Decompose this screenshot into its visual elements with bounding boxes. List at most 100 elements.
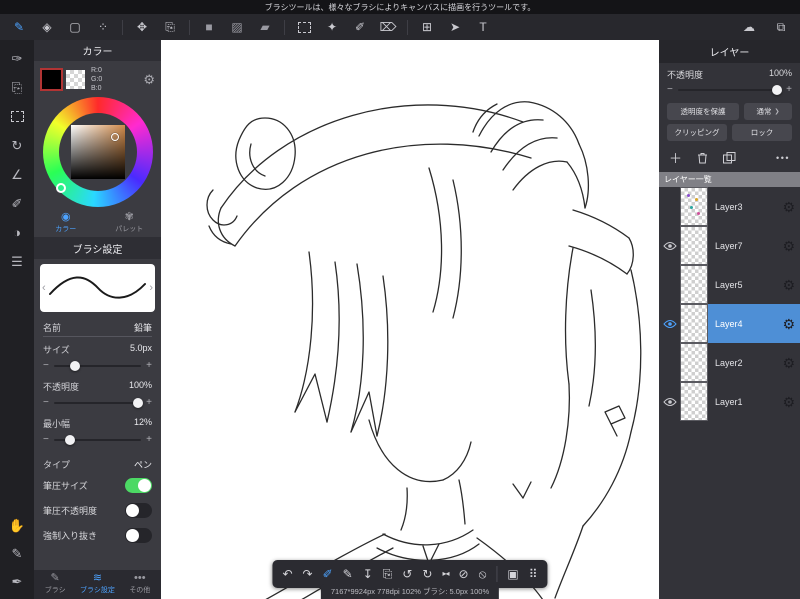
tab-color[interactable]: ◉ カラー <box>34 210 98 237</box>
cloud-brush-icon[interactable]: ☁ <box>740 18 758 36</box>
drawing-canvas[interactable]: ↶ ↷ ✐ ✎ ↧ ⎘ ↺ ↻ ▸◂ ⊘ ⦸ ▣ ⠿ 7167*9924px 7… <box>161 40 659 599</box>
blend-mode-button[interactable]: 通常 ❯ <box>744 103 792 120</box>
duplicate-layer-icon[interactable] <box>723 151 736 164</box>
shape-tool-icon[interactable]: ▢ <box>66 18 84 36</box>
add-layer-icon[interactable]: ＋ <box>669 148 682 167</box>
minus-icon[interactable]: − <box>43 361 49 371</box>
layer-thumbnail[interactable] <box>680 226 708 265</box>
slider-knob[interactable] <box>132 398 143 409</box>
brush-stroke-preview[interactable]: ‹ › <box>40 264 155 313</box>
redo-icon[interactable]: ↷ <box>303 568 313 580</box>
pen-icon[interactable]: ✎ <box>343 568 353 580</box>
visibility-eye-icon[interactable] <box>659 304 680 343</box>
gradient-tool-icon[interactable]: ▰ <box>256 18 274 36</box>
brush-tool-icon[interactable]: ✎ <box>10 18 28 36</box>
hue-cursor[interactable] <box>55 183 66 194</box>
pressure-size-toggle[interactable] <box>125 478 152 494</box>
divide-tool-icon[interactable]: ⊞ <box>418 18 436 36</box>
export-icon[interactable]: ⎘ <box>383 568 393 580</box>
brush-size-slider[interactable]: − + <box>34 358 161 376</box>
selection-icon[interactable] <box>8 108 26 124</box>
snap-select-icon[interactable]: ✐ <box>323 568 333 580</box>
brush-minwidth-slider[interactable]: − + <box>34 432 161 450</box>
layer-thumbnail[interactable] <box>680 343 708 382</box>
layer-row-layer5[interactable]: Layer5 ⚙ <box>659 265 800 304</box>
paint-icon[interactable]: ✐ <box>8 195 26 211</box>
layer-settings-gear-icon[interactable]: ⚙ <box>782 356 795 370</box>
eyedropper-icon[interactable]: ✒ <box>8 573 26 589</box>
disable-brush-icon[interactable]: ⊘ <box>459 568 469 580</box>
layer-thumbnail[interactable] <box>680 187 708 226</box>
layers-panel-icon[interactable]: ⧉ <box>772 18 790 36</box>
slider-knob[interactable] <box>69 361 80 372</box>
ruler-icon[interactable]: ∠ <box>8 166 26 182</box>
pen-mode-icon[interactable]: ✎ <box>8 545 26 561</box>
plus-icon[interactable]: + <box>146 361 152 371</box>
material-icon[interactable]: ▣ <box>507 568 518 580</box>
snap-tool-icon[interactable]: ✑ <box>8 50 26 66</box>
magic-wand-tool-icon[interactable]: ✦ <box>323 18 341 36</box>
transform-tool-icon[interactable]: ⎘ <box>161 18 179 36</box>
select-pen-tool-icon[interactable]: ✐ <box>351 18 369 36</box>
forced-taper-toggle[interactable] <box>125 528 152 544</box>
visibility-eye-icon[interactable] <box>659 382 680 421</box>
tab-palette[interactable]: ✾ パレット <box>98 210 162 237</box>
visibility-eye-icon[interactable] <box>659 265 680 304</box>
slider-track[interactable] <box>53 435 142 446</box>
slider-knob[interactable] <box>772 85 783 95</box>
move-tool-icon[interactable]: ✥ <box>133 18 151 36</box>
layer-settings-gear-icon[interactable]: ⚙ <box>782 395 795 409</box>
foreground-color-swatch[interactable] <box>40 68 63 92</box>
rotate-cw-icon[interactable]: ↻ <box>422 568 432 580</box>
lock-button[interactable]: ロック <box>732 124 792 141</box>
next-brush-arrow-icon[interactable]: › <box>149 282 153 294</box>
color-settings-gear-icon[interactable]: ⚙ <box>143 73 155 86</box>
sv-cursor[interactable] <box>110 133 119 142</box>
undo-icon[interactable]: ↶ <box>282 568 292 580</box>
layer-row-layer1[interactable]: Layer1 ⚙ <box>659 382 800 421</box>
layer-settings-gear-icon[interactable]: ⚙ <box>782 200 795 214</box>
layer-settings-gear-icon[interactable]: ⚙ <box>782 317 795 331</box>
layer-row-layer4[interactable]: Layer4 ⚙ <box>659 304 800 343</box>
rotate-ccw-icon[interactable]: ↺ <box>402 568 412 580</box>
flip-horizontal-icon[interactable]: ▸◂ <box>442 570 449 578</box>
background-color-swatch[interactable] <box>66 70 85 90</box>
prev-brush-arrow-icon[interactable]: ‹ <box>42 282 46 294</box>
select-tool-icon[interactable] <box>295 18 313 36</box>
slider-track[interactable] <box>677 85 783 95</box>
slider-track[interactable] <box>53 398 143 409</box>
plus-icon[interactable]: + <box>786 85 792 95</box>
menu-list-icon[interactable]: ☰ <box>8 253 26 269</box>
slider-knob[interactable] <box>64 435 75 446</box>
layer-thumbnail[interactable] <box>680 382 708 421</box>
minus-icon[interactable]: − <box>43 435 49 445</box>
protect-alpha-button[interactable]: 透明度を保護 <box>667 103 739 120</box>
dot-tool-icon[interactable]: ⁘ <box>94 18 112 36</box>
text-tool-icon[interactable]: T <box>474 18 492 36</box>
visibility-eye-icon[interactable] <box>659 226 680 265</box>
minus-icon[interactable]: − <box>43 398 49 408</box>
layer-row-layer7[interactable]: Layer7 ⚙ <box>659 226 800 265</box>
bucket-tool-icon[interactable]: ▨ <box>228 18 246 36</box>
tab-brush-list[interactable]: ✎ ブラシ <box>34 573 76 595</box>
layer-row-layer3[interactable]: Layer3 ⚙ <box>659 187 800 226</box>
layer-row-layer2[interactable]: Layer2 ⚙ <box>659 343 800 382</box>
rotate-view-icon[interactable]: ↻ <box>8 137 26 153</box>
operation-select-tool-icon[interactable]: ➤ <box>446 18 464 36</box>
clear-selection-icon[interactable]: ⦸ <box>479 568 487 580</box>
clipping-button[interactable]: クリッピング <box>667 124 727 141</box>
hand-tool-icon[interactable]: ✋ <box>8 517 26 533</box>
fill-tool-icon[interactable]: ■ <box>200 18 218 36</box>
slider-track[interactable] <box>53 361 142 372</box>
tab-brush-settings[interactable]: ≋ ブラシ設定 <box>76 573 118 595</box>
tab-other[interactable]: ••• その他 <box>119 573 161 595</box>
layer-thumbnail[interactable] <box>680 265 708 304</box>
layer-settings-gear-icon[interactable]: ⚙ <box>782 278 795 292</box>
pages-icon[interactable]: ⎘ <box>8 79 26 95</box>
layer-opacity-slider[interactable]: − + <box>659 82 800 99</box>
delete-layer-icon[interactable] <box>697 152 708 164</box>
drag-handle-icon[interactable]: ⠿ <box>529 568 538 580</box>
layer-thumbnail[interactable] <box>680 304 708 343</box>
pressure-opacity-toggle[interactable] <box>125 503 152 519</box>
layer-settings-gear-icon[interactable]: ⚙ <box>782 239 795 253</box>
